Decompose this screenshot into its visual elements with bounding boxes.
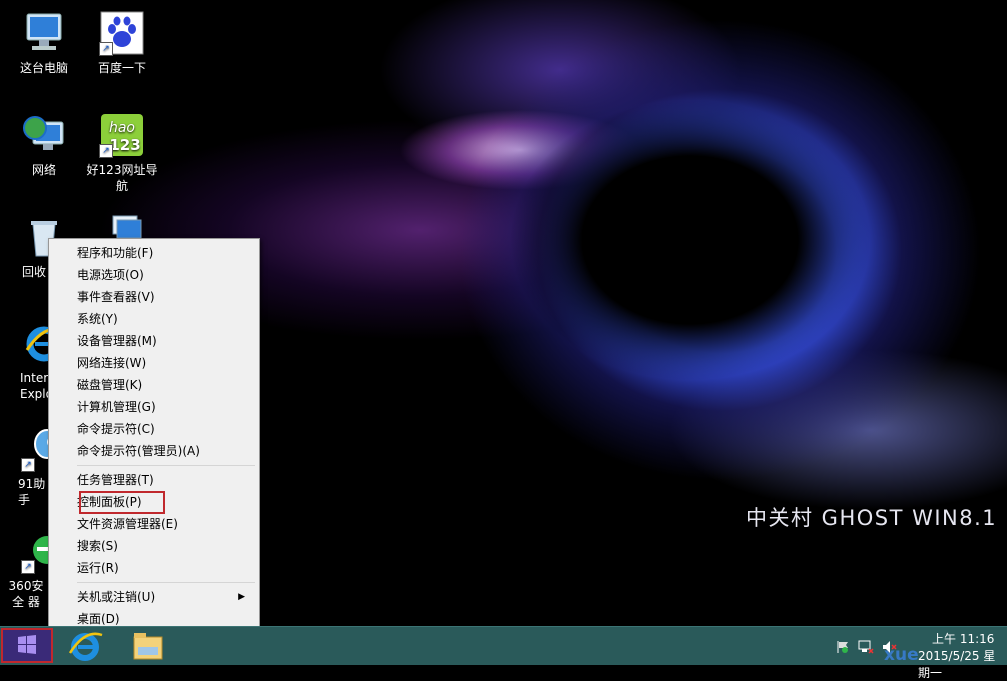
taskbar-file-explorer[interactable] (124, 627, 170, 665)
desktop-icon-label: 91助手 (18, 477, 46, 507)
menu-separator (77, 465, 255, 466)
shortcut-arrow-icon: ↗ (99, 42, 113, 56)
computer-icon (21, 10, 67, 56)
desktop-icon-label: 这台电脑 (19, 61, 68, 75)
taskbar: xue 上午 11:16 2015/5/25 星期一 (0, 626, 1007, 680)
menu-item-label: 运行(R) (77, 561, 119, 575)
start-button[interactable] (1, 628, 53, 663)
menu-item-system[interactable]: 系统(Y) (77, 308, 253, 330)
submenu-arrow-icon: ▶ (238, 592, 245, 602)
network-globe-icon (21, 112, 67, 158)
menu-item-power-options[interactable]: 电源选项(O) (77, 264, 253, 286)
menu-item-label: 网络连接(W) (77, 356, 147, 370)
windows-logo-icon (18, 635, 36, 654)
menu-item-desktop[interactable]: 桌面(D) (77, 608, 253, 626)
menu-item-label: 任务管理器(T) (77, 473, 154, 487)
menu-item-shutdown-signout[interactable]: 关机或注销(U) ▶ (77, 586, 253, 608)
hao123-icon: hao 123 ↗ (99, 112, 145, 158)
menu-item-label: 文件资源管理器(E) (77, 517, 178, 531)
network-icon[interactable] (858, 639, 874, 654)
menu-item-command-prompt[interactable]: 命令提示符(C) (77, 418, 253, 440)
taskbar-internet-explorer[interactable] (62, 627, 108, 665)
shortcut-arrow-icon: ↗ (99, 144, 113, 158)
menu-item-run[interactable]: 运行(R) (77, 557, 253, 579)
menu-separator (77, 582, 255, 583)
menu-item-label: 电源选项(O) (77, 268, 144, 282)
menu-item-device-manager[interactable]: 设备管理器(M) (77, 330, 253, 352)
winx-context-menu: 程序和功能(F) 电源选项(O) 事件查看器(V) 系统(Y) 设备管理器(M)… (48, 238, 260, 626)
menu-item-label: 关机或注销(U) (77, 590, 156, 604)
menu-item-label: 系统(Y) (77, 312, 118, 326)
action-center-flag-icon[interactable] (836, 639, 850, 653)
desktop-icon-label: 360安全 器 (8, 579, 44, 609)
menu-item-computer-management[interactable]: 计算机管理(G) (77, 396, 253, 418)
menu-item-command-prompt-admin[interactable]: 命令提示符(管理员)(A) (77, 440, 253, 462)
menu-item-label: 命令提示符(管理员)(A) (77, 444, 200, 458)
shortcut-arrow-icon: ↗ (21, 458, 35, 472)
desktop-icon-this-pc[interactable]: 这台电脑 (4, 10, 84, 76)
tray-clock-date[interactable]: 2015/5/25 星期一 (918, 647, 1007, 681)
watermark-text: xue (884, 645, 919, 665)
menu-item-label: 程序和功能(F) (77, 246, 154, 260)
shortcut-arrow-icon: ↗ (21, 560, 35, 574)
svg-text:hao: hao (109, 120, 135, 136)
svg-text:123: 123 (109, 136, 140, 154)
desktop-icon-baidu[interactable]: ↗ 百度一下 (82, 10, 162, 76)
menu-item-programs-features[interactable]: 程序和功能(F) (77, 242, 253, 264)
desktop-icon-label: 百度一下 (97, 61, 146, 75)
control-panel-highlight (79, 491, 165, 514)
menu-item-disk-management[interactable]: 磁盘管理(K) (77, 374, 253, 396)
wallpaper-caption: 中关村 GHOST WIN8.1 (746, 506, 998, 530)
menu-item-label: 命令提示符(C) (77, 422, 155, 436)
desktop-icon-hao123[interactable]: hao 123 ↗ 好123网址导航 (82, 112, 162, 194)
menu-item-task-manager[interactable]: 任务管理器(T) (77, 469, 253, 491)
menu-item-label: 搜索(S) (77, 539, 118, 553)
internet-explorer-icon (68, 632, 103, 661)
baidu-paw-icon: ↗ (99, 10, 145, 56)
menu-item-label: 设备管理器(M) (77, 334, 157, 348)
desktop-background: 中关村 GHOST WIN8.1 这台电脑 ↗ 百度一下 网络 hao 123 … (0, 0, 1007, 626)
desktop-icon-label: 网络 (31, 163, 56, 177)
menu-item-label: 磁盘管理(K) (77, 378, 143, 392)
menu-item-label: 计算机管理(G) (77, 400, 156, 414)
desktop-icon-network[interactable]: 网络 (4, 112, 84, 178)
menu-item-network-connections[interactable]: 网络连接(W) (77, 352, 253, 374)
menu-item-event-viewer[interactable]: 事件查看器(V) (77, 286, 253, 308)
menu-item-search[interactable]: 搜索(S) (77, 535, 253, 557)
file-explorer-icon (133, 633, 163, 660)
menu-item-label: 桌面(D) (77, 612, 120, 626)
tray-clock-time[interactable]: 上午 11:16 (932, 630, 994, 647)
menu-item-file-explorer[interactable]: 文件资源管理器(E) (77, 513, 253, 535)
menu-item-label: 事件查看器(V) (77, 290, 155, 304)
desktop-icon-label: Inter Explo (20, 371, 50, 401)
desktop-icon-label: 好123网址导航 (86, 163, 158, 193)
